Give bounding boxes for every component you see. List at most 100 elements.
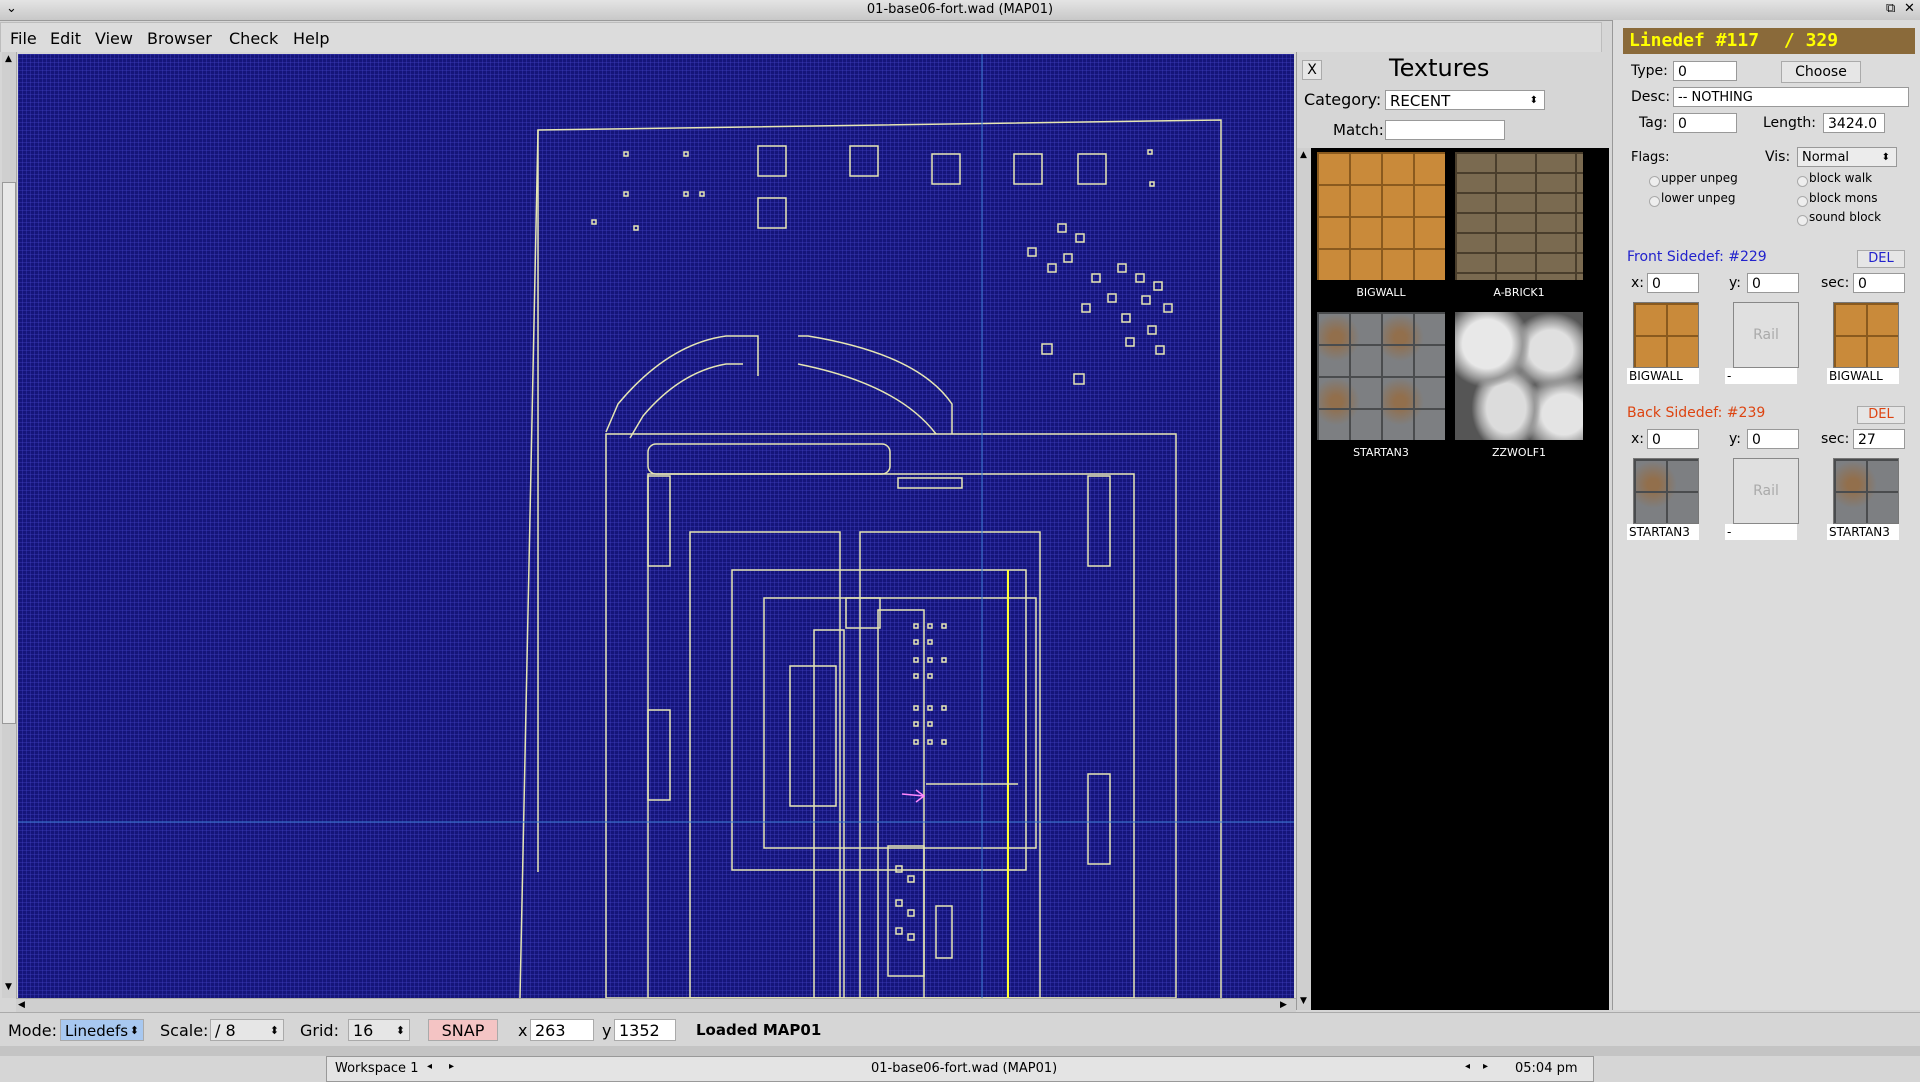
length-input[interactable]: 3424.0	[1823, 113, 1885, 133]
startan3-texture[interactable]	[1317, 312, 1445, 440]
front-y-label: y:	[1729, 275, 1741, 291]
menu-edit[interactable]: Edit	[50, 29, 81, 48]
length-label: Length:	[1763, 115, 1817, 131]
workspace-next-icon[interactable]: ▸	[449, 1061, 454, 1072]
map-horizontal-scrollbar[interactable]: ◀ ▶	[16, 998, 1296, 1013]
tag-input[interactable]: 0	[1673, 113, 1737, 133]
select-arrows-icon: ⬍	[269, 1024, 279, 1037]
scroll-left-icon[interactable]: ◀	[18, 1000, 25, 1010]
scale-value: / 8	[215, 1021, 236, 1040]
back-y-label: y:	[1729, 431, 1741, 447]
back-lower-name[interactable]: STARTAN3	[1827, 524, 1899, 540]
workspace-label[interactable]: Workspace 1	[335, 1061, 418, 1076]
front-sec-input[interactable]: 0	[1853, 273, 1905, 293]
status-message: Loaded MAP01	[696, 1021, 822, 1039]
match-label: Match:	[1333, 121, 1384, 139]
block-walk-checkbox[interactable]	[1797, 176, 1808, 187]
front-y-input[interactable]: 0	[1747, 273, 1799, 293]
front-lower-texture[interactable]	[1833, 302, 1899, 368]
mode-label: Mode:	[8, 1021, 57, 1040]
sound-block-checkbox[interactable]	[1797, 215, 1808, 226]
front-sec-label: sec:	[1821, 275, 1850, 291]
texture-browser-close-button[interactable]: X	[1302, 60, 1322, 80]
status-bar: Mode: Linedefs ⬍ Scale: / 8 ⬍ Grid: 16 ⬍…	[0, 1012, 1920, 1047]
snap-toggle[interactable]: SNAP	[428, 1019, 498, 1041]
abrick1-texture[interactable]	[1455, 152, 1583, 280]
x-coord-label: x	[518, 1021, 528, 1040]
y-coord-field: 1352	[614, 1019, 676, 1041]
zzwolf1-texture[interactable]	[1455, 312, 1583, 440]
menu-help[interactable]: Help	[293, 29, 329, 48]
back-y-input[interactable]: 0	[1747, 429, 1799, 449]
front-middle-name[interactable]: -	[1725, 368, 1797, 384]
scroll-down-icon[interactable]: ▼	[1300, 996, 1307, 1006]
back-sec-input[interactable]: 27	[1853, 429, 1905, 449]
grid-label: Grid:	[300, 1021, 339, 1040]
front-upper-name[interactable]: BIGWALL	[1627, 368, 1699, 384]
scroll-right-icon[interactable]: ▶	[1280, 1000, 1287, 1010]
front-lower-name[interactable]: BIGWALL	[1827, 368, 1899, 384]
tag-label: Tag:	[1639, 115, 1668, 131]
flag-label: upper unpeg	[1661, 171, 1738, 185]
category-select[interactable]: RECENT ⬍	[1385, 90, 1545, 110]
map-drawing	[18, 54, 1294, 998]
front-x-input[interactable]: 0	[1647, 273, 1699, 293]
back-x-input[interactable]: 0	[1647, 429, 1699, 449]
mode-select[interactable]: Linedefs ⬍	[60, 1019, 144, 1041]
front-rail-texture[interactable]: Rail	[1733, 302, 1799, 368]
scale-label: Scale:	[160, 1021, 209, 1040]
block-mons-checkbox[interactable]	[1797, 196, 1808, 207]
flag-label: block mons	[1809, 191, 1878, 205]
lower-unpeg-checkbox[interactable]	[1649, 196, 1660, 207]
select-arrows-icon: ⬍	[395, 1024, 405, 1037]
category-value: RECENT	[1390, 92, 1451, 110]
vis-select[interactable]: Normal ⬍	[1797, 147, 1897, 167]
bigwall-texture[interactable]	[1317, 152, 1445, 280]
texture-scrollbar[interactable]: ▲ ▼	[1297, 148, 1311, 1010]
back-rail-texture[interactable]: Rail	[1733, 458, 1799, 524]
close-icon[interactable]: ✕	[1904, 1, 1915, 16]
back-upper-name[interactable]: STARTAN3	[1627, 524, 1699, 540]
map-canvas[interactable]	[18, 54, 1294, 998]
texture-caption: BIGWALL	[1356, 286, 1406, 299]
desc-label: Desc:	[1631, 89, 1671, 105]
texture-grid: BIGWALL A-BRICK1 STARTAN3 ZZWOLF1	[1311, 148, 1609, 1010]
type-input[interactable]: 0	[1673, 61, 1737, 81]
scale-select[interactable]: / 8 ⬍	[210, 1019, 284, 1041]
grid-select[interactable]: 16 ⬍	[348, 1019, 410, 1041]
front-del-button[interactable]: DEL	[1857, 250, 1905, 268]
type-label: Type:	[1631, 63, 1668, 79]
match-input[interactable]	[1385, 120, 1505, 140]
scroll-up-icon[interactable]: ▲	[5, 54, 12, 64]
flags-label: Flags:	[1631, 150, 1670, 165]
front-upper-texture[interactable]	[1633, 302, 1699, 368]
window-title: 01-base06-fort.wad (MAP01)	[866, 2, 1054, 17]
vis-value: Normal	[1802, 150, 1850, 165]
menu-browser[interactable]: Browser	[147, 29, 212, 48]
menu-view[interactable]: View	[95, 29, 133, 48]
menu-file[interactable]: File	[10, 29, 37, 48]
map-vertical-scrollbar[interactable]: ▲ ▼	[2, 52, 17, 998]
upper-unpeg-checkbox[interactable]	[1649, 176, 1660, 187]
scroll-down-icon[interactable]: ▼	[5, 982, 12, 992]
taskbar-window-title[interactable]: 01-base06-fort.wad (MAP01)	[871, 1061, 1057, 1076]
workspace-prev-icon[interactable]: ◂	[427, 1061, 432, 1072]
scroll-up-icon[interactable]: ▲	[1300, 150, 1307, 160]
vis-label: Vis:	[1765, 149, 1791, 165]
flag-label: block walk	[1809, 171, 1873, 185]
window-prev-icon[interactable]: ◂	[1465, 1061, 1470, 1072]
flag-label: sound block	[1809, 210, 1882, 224]
back-middle-name[interactable]: -	[1725, 524, 1797, 540]
back-del-button[interactable]: DEL	[1857, 406, 1905, 424]
maximize-icon[interactable]: ⧉	[1886, 1, 1895, 16]
map-vscroll-thumb[interactable]	[2, 182, 16, 724]
texture-browser-title: Textures	[1389, 54, 1490, 82]
choose-button[interactable]: Choose	[1781, 61, 1861, 83]
back-sidedef-label: Back Sidedef: #239	[1627, 405, 1766, 421]
window-next-icon[interactable]: ▸	[1483, 1061, 1488, 1072]
player-start-icon	[901, 789, 926, 803]
flag-label: lower unpeg	[1661, 191, 1736, 205]
back-lower-texture[interactable]	[1833, 458, 1899, 524]
back-upper-texture[interactable]	[1633, 458, 1699, 524]
menu-check[interactable]: Check	[229, 29, 278, 48]
